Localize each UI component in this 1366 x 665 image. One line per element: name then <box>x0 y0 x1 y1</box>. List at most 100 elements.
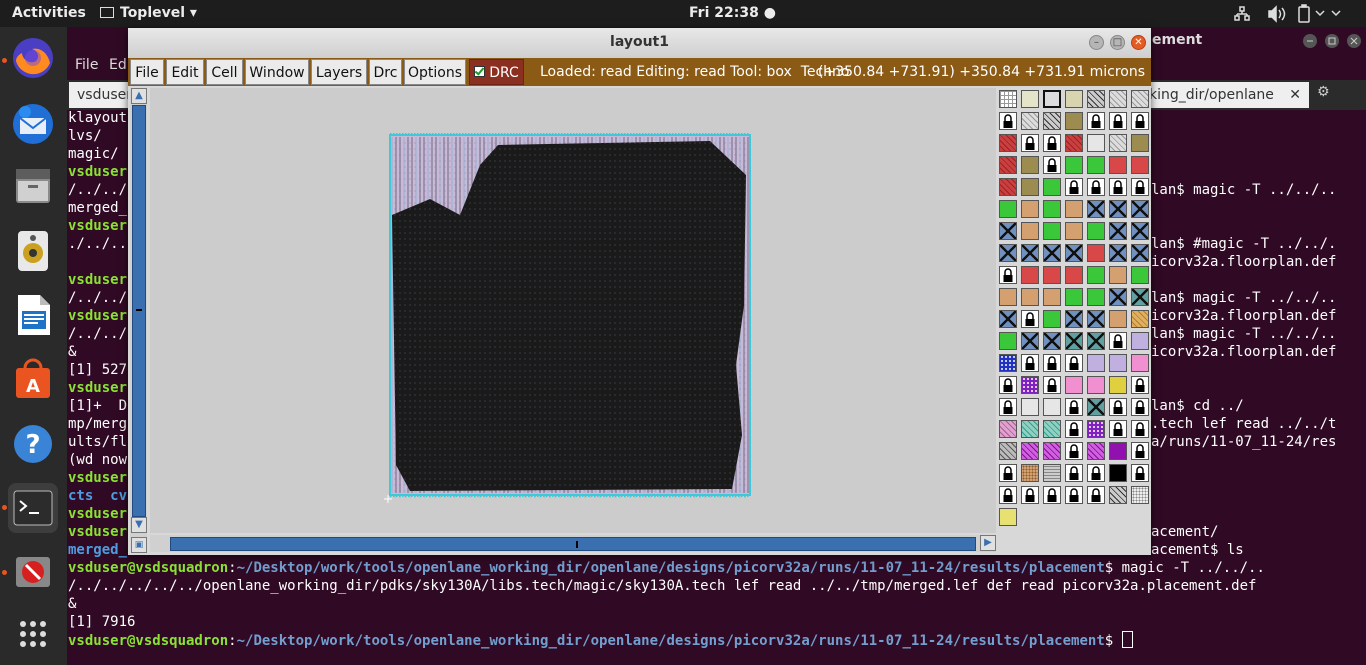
layer-lock-icon[interactable] <box>1065 398 1083 416</box>
layer-lock-icon[interactable] <box>1109 112 1127 130</box>
layer-swatch-light[interactable] <box>1021 398 1039 416</box>
layer-swatch-diag-k[interactable] <box>1043 112 1061 130</box>
layer-swatch-x-blue[interactable] <box>1065 310 1083 328</box>
layer-swatch-x-blue[interactable] <box>1043 332 1061 350</box>
layer-swatch-x-blue[interactable] <box>1087 200 1105 218</box>
menu-file[interactable]: File <box>130 59 164 85</box>
layer-swatch-plain[interactable] <box>1021 90 1039 108</box>
layer-swatch-red-h[interactable] <box>1065 134 1083 152</box>
layer-swatch-red-h[interactable] <box>999 178 1017 196</box>
apps-grid-icon[interactable] <box>8 609 58 659</box>
layer-swatch-tan[interactable] <box>999 288 1017 306</box>
layer-swatch-x-blue[interactable] <box>1043 244 1061 262</box>
layer-swatch-olive[interactable] <box>1021 156 1039 174</box>
layer-swatch-olive[interactable] <box>1021 178 1039 196</box>
layer-swatch-tan[interactable] <box>1109 310 1127 328</box>
layer-swatch-green[interactable] <box>1087 222 1105 240</box>
layer-swatch-blue-d[interactable] <box>999 354 1017 372</box>
layer-swatch-green[interactable] <box>999 200 1017 218</box>
layout-canvas[interactable] <box>150 88 996 533</box>
layer-swatch-x-blue[interactable] <box>1109 244 1127 262</box>
terminal-tab-right[interactable]: king_dir/openlane ✕ <box>1149 82 1309 108</box>
layer-swatch-green[interactable] <box>1043 200 1061 218</box>
layer-lock-icon[interactable] <box>1087 464 1105 482</box>
layer-swatch-red-h[interactable] <box>999 134 1017 152</box>
layer-swatch-gray-h[interactable] <box>999 442 1017 460</box>
layer-swatch-x-blue[interactable] <box>1065 244 1083 262</box>
menu-drc[interactable]: Drc <box>369 59 402 85</box>
layer-swatch-teal-h[interactable] <box>1043 420 1061 438</box>
layer-lock-icon[interactable] <box>1065 486 1083 504</box>
layer-lock-icon[interactable] <box>999 266 1017 284</box>
layer-swatch-grid[interactable] <box>999 90 1017 108</box>
layer-swatch-teal-h[interactable] <box>1021 420 1039 438</box>
layer-swatch-x-blue[interactable] <box>999 244 1017 262</box>
layer-swatch-beige[interactable] <box>1065 90 1083 108</box>
layer-swatch-x-blue[interactable] <box>1087 310 1105 328</box>
layer-swatch-red[interactable] <box>1109 156 1127 174</box>
layer-swatch-light[interactable] <box>1087 134 1105 152</box>
layer-lock-icon[interactable] <box>1109 420 1127 438</box>
layer-lock-icon[interactable] <box>1021 134 1039 152</box>
layer-lock-icon[interactable] <box>1043 156 1061 174</box>
layer-lock-icon[interactable] <box>1065 464 1083 482</box>
layer-swatch-x-blue[interactable] <box>1109 200 1127 218</box>
layer-swatch-yellow-s[interactable] <box>999 508 1017 526</box>
layer-swatch-red[interactable] <box>1021 266 1039 284</box>
layer-swatch-x-blue[interactable] <box>999 310 1017 328</box>
layer-swatch-lavender[interactable] <box>1131 332 1149 350</box>
layer-lock-icon[interactable] <box>1131 398 1149 416</box>
layer-lock-icon[interactable] <box>1043 354 1061 372</box>
layer-swatch-purple-d[interactable] <box>1087 420 1105 438</box>
layer-lock-icon[interactable] <box>1065 178 1083 196</box>
layer-swatch-outline[interactable] <box>1043 90 1061 108</box>
layer-lock-icon[interactable] <box>1087 112 1105 130</box>
help-icon[interactable]: ? <box>8 419 58 469</box>
layer-swatch-green[interactable] <box>999 332 1017 350</box>
layer-swatch-tan-d[interactable] <box>1021 464 1039 482</box>
horizontal-scroll-thumb[interactable] <box>170 537 976 551</box>
layer-swatch-purple-h[interactable] <box>1021 442 1039 460</box>
layer-swatch-lavender[interactable] <box>1087 354 1105 372</box>
layer-lock-icon[interactable] <box>1065 354 1083 372</box>
layer-swatch-green[interactable] <box>1087 288 1105 306</box>
layer-swatch-lavender[interactable] <box>1109 354 1127 372</box>
layer-swatch-x-blue[interactable] <box>1131 222 1149 240</box>
layer-lock-icon[interactable] <box>1131 420 1149 438</box>
layer-swatch-x-blue[interactable] <box>1021 244 1039 262</box>
layer-lock-icon[interactable] <box>1043 486 1061 504</box>
terminal-menu-edit[interactable]: Ed <box>109 57 127 73</box>
layer-swatch-purple[interactable] <box>1109 442 1127 460</box>
zoom-box-icon[interactable]: ▣ <box>131 537 147 553</box>
layer-swatch-red-h[interactable] <box>999 156 1017 174</box>
layer-lock-icon[interactable] <box>999 486 1017 504</box>
layer-swatch-green[interactable] <box>1087 266 1105 284</box>
layer-swatch-green[interactable] <box>1043 178 1061 196</box>
layer-lock-icon[interactable] <box>1087 486 1105 504</box>
layer-lock-icon[interactable] <box>1065 442 1083 460</box>
layer-swatch-green[interactable] <box>1131 266 1149 284</box>
layer-swatch-gray-w[interactable] <box>1043 464 1061 482</box>
layer-swatch-green[interactable] <box>1065 156 1083 174</box>
drc-checkbox[interactable] <box>474 66 486 77</box>
layer-swatch-tan[interactable] <box>1021 222 1039 240</box>
layer-lock-icon[interactable] <box>1131 178 1149 196</box>
layer-swatch-tan[interactable] <box>1021 288 1039 306</box>
magic-title-bar[interactable]: layout1 <box>128 28 1151 58</box>
layer-swatch-x-teal[interactable] <box>1131 288 1149 306</box>
files-icon[interactable] <box>8 161 58 211</box>
terminal-tab-left[interactable]: vsduser <box>69 82 132 108</box>
layer-swatch-diag-g[interactable] <box>1021 112 1039 130</box>
layer-swatch-tan-h[interactable] <box>1131 310 1149 328</box>
layer-lock-icon[interactable] <box>1131 442 1149 460</box>
scroll-down-icon[interactable]: ▼ <box>131 517 147 533</box>
layer-swatch-x-teal[interactable] <box>1087 398 1105 416</box>
layer-swatch-pink[interactable] <box>1087 376 1105 394</box>
layer-swatch-dots[interactable] <box>1131 486 1149 504</box>
activities-button[interactable]: Activities <box>12 0 86 27</box>
menu-options[interactable]: Options <box>404 59 466 85</box>
layer-swatch-olive[interactable] <box>1131 134 1149 152</box>
terminal-tabs-menu-icon[interactable]: ⚙ <box>1317 84 1339 106</box>
layer-swatch-pink-h[interactable] <box>999 420 1017 438</box>
layer-lock-icon[interactable] <box>1109 178 1127 196</box>
